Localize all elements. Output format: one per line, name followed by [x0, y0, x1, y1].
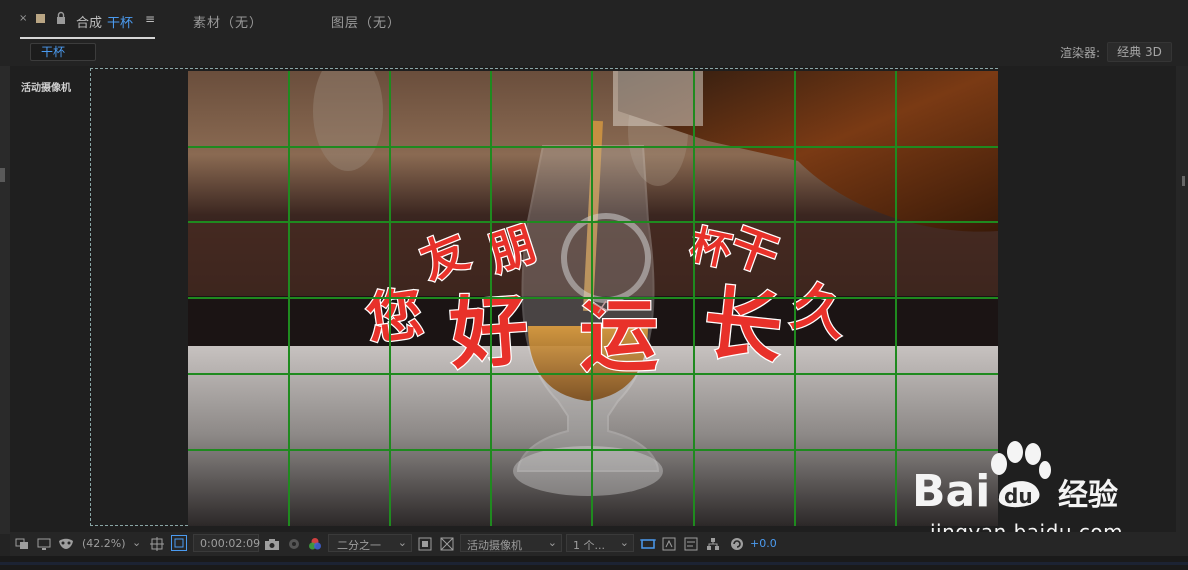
tab-composition-name[interactable]: 干杯 — [107, 12, 133, 31]
snapshot-camera-icon[interactable] — [264, 537, 279, 551]
left-panel-handle[interactable] — [0, 168, 5, 182]
active-camera-label: 活动摄像机 — [21, 83, 71, 94]
right-panel-edge — [1176, 66, 1188, 534]
renderer-label: 渲染器: — [1060, 46, 1101, 60]
jingyan-label: 经验 — [1058, 478, 1118, 513]
chevron-down-icon: ⌄ — [619, 536, 629, 549]
mask-visibility-icon[interactable] — [58, 537, 73, 551]
views-value: 1 个... — [573, 539, 605, 552]
left-panel-edge — [0, 66, 10, 534]
chevron-down-icon: ⌄ — [547, 536, 557, 549]
baidu-logo-text: Bai — [912, 466, 991, 517]
transparency-grid-icon[interactable] — [418, 537, 432, 551]
overlay-char-chang: 长 — [699, 278, 786, 376]
timecode-field[interactable]: 0:00:02:09 — [193, 534, 261, 552]
timeline-icon[interactable] — [684, 537, 698, 551]
resolution-value: 二分之一 — [337, 539, 381, 552]
monitor-icon[interactable] — [37, 537, 51, 551]
exposure-value[interactable]: +0.0 — [750, 537, 777, 550]
tab-bar — [0, 0, 1188, 40]
tab-layer[interactable]: 图层（无） — [331, 12, 401, 31]
right-panel-handle[interactable] — [1182, 176, 1185, 186]
overlay-char-you: 您 — [363, 281, 428, 353]
views-select[interactable]: 1 个... ⌄ — [566, 534, 634, 552]
overlay-char-hao: 好 — [446, 285, 531, 380]
resolution-select[interactable]: 二分之一 ⌄ — [328, 534, 412, 552]
zoom-level[interactable]: (42.2%) — [82, 537, 126, 550]
tab-footage[interactable]: 素材（无） — [193, 12, 263, 31]
region-of-interest-icon[interactable] — [171, 535, 187, 551]
fast-previews-icon[interactable] — [440, 537, 454, 551]
active-tab-indicator — [20, 37, 155, 39]
composition-chip[interactable]: 干杯 — [30, 43, 96, 61]
glass-base-reflection — [513, 446, 663, 496]
renderer-select[interactable]: 经典 3D — [1107, 42, 1172, 62]
panel-menu-icon[interactable]: ≡ — [145, 12, 155, 26]
close-tab-icon[interactable]: × — [19, 13, 27, 24]
color-channels-icon[interactable] — [308, 537, 322, 551]
motion-blur-icon[interactable] — [662, 537, 676, 551]
composition-image[interactable]: 您 好 运 长 久 朋 友 干 杯 — [188, 71, 998, 526]
show-snapshot-icon[interactable] — [287, 537, 301, 551]
toggle-3d-view-icon[interactable] — [640, 537, 656, 551]
bottle-neck — [613, 71, 703, 126]
tab-composition-label[interactable]: 合成 — [76, 12, 102, 31]
camera-value: 活动摄像机 — [467, 539, 522, 552]
flowchart-icon[interactable] — [706, 537, 720, 551]
chevron-down-icon: ⌄ — [397, 536, 407, 549]
reset-exposure-icon[interactable] — [730, 537, 744, 551]
zoom-dropdown-icon[interactable]: ⌄ — [132, 536, 141, 549]
fit-icon[interactable] — [150, 537, 164, 551]
timeline-edge — [0, 562, 1188, 565]
lock-icon[interactable] — [55, 11, 67, 25]
timecode-value: 0:00:02:09 — [200, 537, 261, 550]
du-mark: du — [1004, 484, 1033, 508]
camera-select[interactable]: 活动摄像机 ⌄ — [460, 534, 562, 552]
comp-color-swatch[interactable] — [36, 14, 45, 23]
always-preview-icon[interactable] — [15, 537, 29, 551]
